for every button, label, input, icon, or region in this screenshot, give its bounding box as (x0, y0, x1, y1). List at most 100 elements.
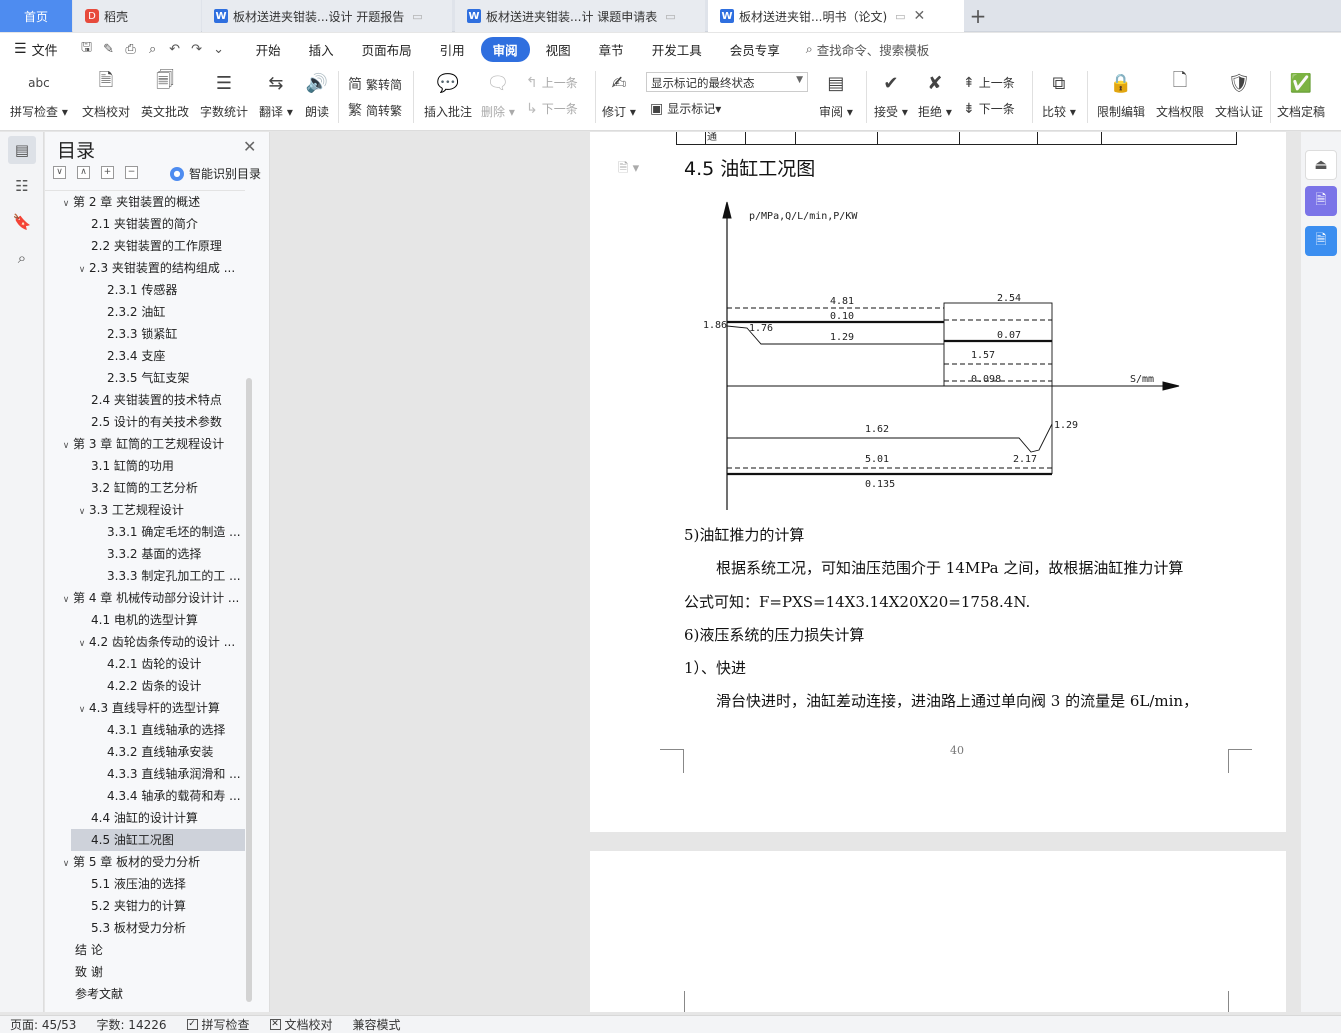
spell-check-toggle[interactable]: ✓ 拼写检查 (186, 1016, 250, 1033)
chevron-down-icon[interactable]: ∨ (75, 501, 89, 521)
toc-item[interactable]: 2.3.5 气缸支架 (45, 367, 245, 389)
toc-item[interactable]: 5.2 夹钳力的计算 (45, 895, 245, 917)
toc-item[interactable]: 2.3.4 支座 (45, 345, 245, 367)
chevron-down-icon[interactable]: ∨ (59, 193, 73, 213)
toc-item[interactable]: 5.3 板材受力分析 (45, 917, 245, 939)
chevron-down-icon[interactable]: ∨ (59, 435, 73, 455)
expand-all-icon[interactable]: ∨ (53, 166, 66, 179)
toc-item[interactable]: 2.3.1 传感器 (45, 279, 245, 301)
menu-tab[interactable]: 插入 (297, 37, 346, 62)
markup-state-select[interactable]: 显示标记的最终状态 ▼ (646, 72, 808, 92)
chevron-down-icon[interactable]: ∨ (75, 699, 89, 719)
toc-item[interactable]: 4.3.1 直线轴承的选择 (45, 719, 245, 741)
format-painter-icon[interactable]: ✎ (98, 42, 120, 57)
toc-item[interactable]: 3.3.3 制定孔加工的工 ... (45, 565, 245, 587)
insert-comment-button[interactable]: 💬 插入批注 (424, 69, 472, 120)
promote-icon[interactable]: + (101, 166, 114, 179)
proofread-icon[interactable]: 🗎 (1305, 226, 1337, 256)
chevron-down-icon[interactable]: ∨ (75, 633, 89, 653)
trad-to-simp-button[interactable]: 简 繁转简 (348, 74, 402, 94)
menu-tab-active[interactable]: 审阅 (480, 36, 530, 62)
page-indicator[interactable]: 页面: 45/53 (10, 1016, 76, 1033)
doc-assistant-icon[interactable]: 🗎 (1305, 186, 1337, 216)
find-icon[interactable]: ⌕ (8, 244, 36, 272)
toc-item[interactable]: ∨ 第 5 章 板材的受力分析 (45, 851, 245, 873)
next-comment-button[interactable]: ↳ 下一条 (526, 100, 578, 117)
tab-document-3[interactable]: W 板材送进夹钳...明书（论文) ▭ ✕ (708, 0, 964, 32)
print-preview-icon[interactable]: ⌕ (142, 42, 164, 57)
toc-item[interactable]: 3.3.2 基面的选择 (45, 543, 245, 565)
tab-daoke[interactable]: D 稻壳 (73, 0, 201, 32)
simp-to-trad-button[interactable]: 繁 简转繁 (348, 100, 402, 120)
document-page[interactable]: 通 🗎 ▾ 4.5 油缸工况图 p/MPa,Q/L/min,P/KW S/mm … (590, 132, 1286, 832)
doc-proof-button[interactable]: 🗎 文档校对 (82, 69, 130, 120)
next-change-button[interactable]: ⇟ 下一条 (963, 100, 1015, 117)
toc-item[interactable]: 2.1 夹钳装置的简介 (45, 213, 245, 235)
toc-item[interactable]: 3.1 缸筒的功用 (45, 455, 245, 477)
toc-item[interactable]: 3.2 缸筒的工艺分析 (45, 477, 245, 499)
english-review-button[interactable]: 🗐 英文批改 (141, 69, 189, 120)
doc-permission-button[interactable]: 🗋 文档权限 (1156, 69, 1204, 120)
close-icon[interactable]: ✕ (243, 137, 256, 156)
file-menu[interactable]: ☰ 文件 (0, 40, 58, 59)
menu-tab[interactable]: 开发工具 (640, 37, 714, 62)
paragraph-marker-icon[interactable]: 🗎 ▾ (618, 159, 639, 181)
proof-toggle[interactable]: ✕ 文档校对 (269, 1016, 333, 1033)
reject-button[interactable]: ✘ 拒绝 ▾ (918, 69, 952, 120)
spell-check-button[interactable]: abc 拼写检查 ▾ (10, 69, 68, 120)
toc-item[interactable]: 2.2 夹钳装置的工作原理 (45, 235, 245, 257)
smart-toc-button[interactable]: ● 智能识别目录 (170, 165, 261, 182)
close-tab-icon[interactable]: ✕ (914, 8, 926, 24)
prev-change-button[interactable]: ⇞ 上一条 (963, 74, 1015, 91)
accept-button[interactable]: ✔ 接受 ▾ (874, 69, 908, 120)
toc-item[interactable]: 4.3.4 轴承的载荷和寿 ... (45, 785, 245, 807)
word-count-button[interactable]: ☰ 字数统计 (200, 69, 248, 120)
menu-tab[interactable]: 会员专享 (718, 37, 792, 62)
toc-item-selected[interactable]: 4.5 油缸工况图 (71, 829, 245, 851)
bookmark-icon[interactable]: 🔖 (8, 208, 36, 236)
toc-item[interactable]: ∨ 第 3 章 缸筒的工艺规程设计 (45, 433, 245, 455)
tab-document-2[interactable]: W 板材送进夹钳装...计 课题申请表 ▭ (455, 0, 705, 32)
redo-icon[interactable]: ↷ (186, 42, 208, 57)
menu-tab[interactable]: 视图 (534, 37, 583, 62)
customize-icon[interactable]: ⌄ (208, 42, 230, 57)
menu-tab[interactable]: 页面布局 (350, 37, 424, 62)
minimize-tab-icon[interactable]: ▭ (412, 10, 422, 23)
save-icon[interactable]: 🖫 (76, 38, 98, 60)
track-changes-button[interactable]: ✍ 修订 ▾ (602, 69, 636, 120)
toc-item[interactable]: ∨ 3.3 工艺规程设计 (45, 499, 245, 521)
toc-item[interactable]: 4.3.3 直线轴承润滑和 ... (45, 763, 245, 785)
new-tab-icon[interactable]: + (968, 4, 988, 28)
toc-item[interactable]: 参考文献 (45, 983, 245, 1005)
prev-comment-button[interactable]: ↰ 上一条 (526, 74, 578, 91)
demote-icon[interactable]: − (125, 166, 138, 179)
toc-scrollbar[interactable] (246, 378, 252, 1002)
translate-button[interactable]: ⇆ 翻译 ▾ (259, 69, 293, 120)
undo-icon[interactable]: ↶ (164, 42, 186, 57)
doc-certify-button[interactable]: 🛡 文档认证 (1215, 69, 1263, 120)
minimize-tab-icon[interactable]: ▭ (665, 10, 675, 23)
toc-item[interactable]: 结 论 (45, 939, 245, 961)
show-markup-button[interactable]: ▣ 显示标记 ▾ (650, 100, 721, 117)
toc-item[interactable]: ∨ 第 4 章 机械传动部分设计计 ... (45, 587, 245, 609)
command-search[interactable]: ⌕ 查找命令、搜索模板 (806, 40, 930, 59)
collapse-panel-icon[interactable]: ⏏ (1305, 150, 1337, 180)
read-aloud-button[interactable]: 🔊 朗读 (304, 69, 330, 120)
toc-item[interactable]: ∨ 4.3 直线导杆的选型计算 (45, 697, 245, 719)
toc-icon[interactable]: ▤ (8, 136, 36, 164)
print-icon[interactable]: ⎙ (120, 42, 142, 57)
tab-document-1[interactable]: W 板材送进夹钳装...设计 开题报告 ▭ (202, 0, 452, 32)
word-count-indicator[interactable]: 字数: 14226 (96, 1016, 166, 1033)
navigation-icon[interactable]: ☷ (8, 172, 36, 200)
minimize-tab-icon[interactable]: ▭ (895, 10, 905, 23)
review-pane-button[interactable]: ▤ 审阅 ▾ (819, 69, 853, 120)
toc-item[interactable]: 2.3.2 油缸 (45, 301, 245, 323)
menu-tab[interactable]: 开始 (244, 37, 293, 62)
toc-item[interactable]: 4.2.1 齿轮的设计 (45, 653, 245, 675)
menu-tab[interactable]: 章节 (587, 37, 636, 62)
toc-item[interactable]: ∨ 4.2 齿轮齿条传动的设计 ... (45, 631, 245, 653)
toc-item[interactable]: 4.3.2 直线轴承安装 (45, 741, 245, 763)
restrict-edit-button[interactable]: 🔒 限制编辑 (1097, 69, 1145, 120)
chevron-down-icon[interactable]: ∨ (59, 853, 73, 873)
toc-item[interactable]: 2.4 夹钳装置的技术特点 (45, 389, 245, 411)
